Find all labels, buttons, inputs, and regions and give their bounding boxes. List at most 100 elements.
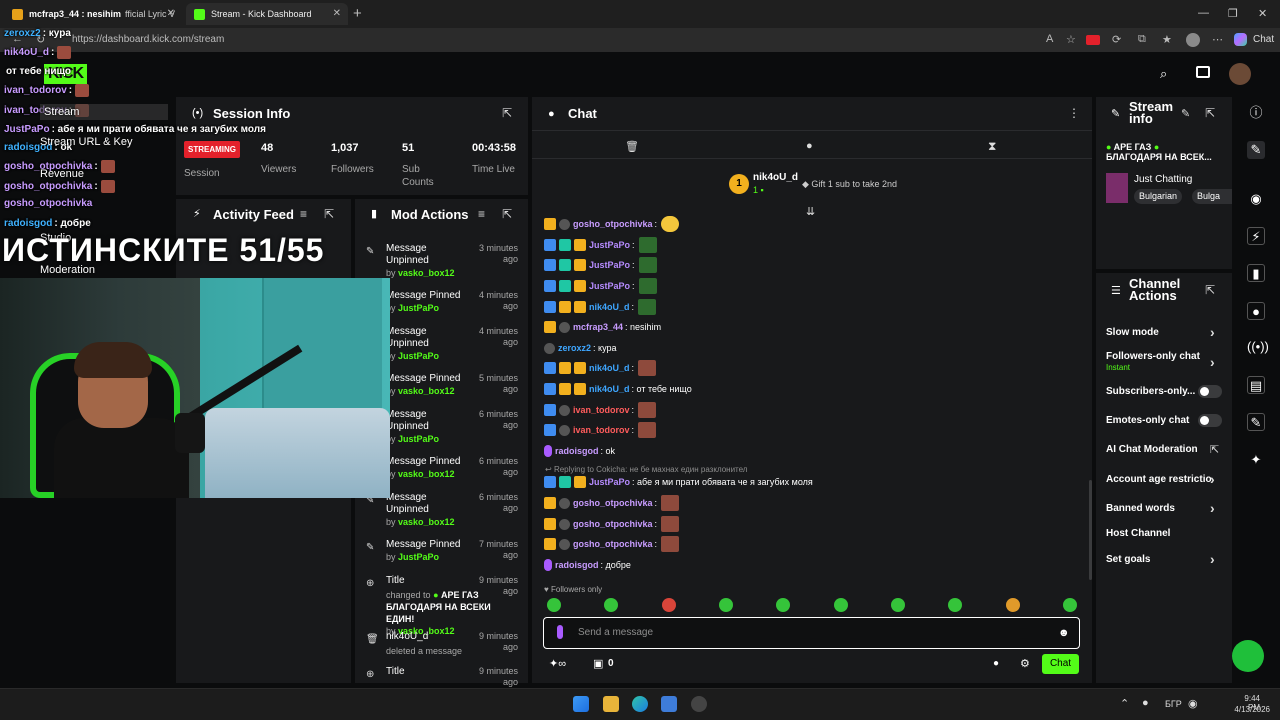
copilot-icon[interactable] xyxy=(1234,33,1247,46)
mod-action-item[interactable]: Message Pinned by vasko_box12 xyxy=(386,373,461,397)
chat-badge-icon[interactable] xyxy=(544,497,556,509)
filter-icon[interactable]: ≡ xyxy=(478,207,485,221)
info-icon[interactable]: ⓘ xyxy=(1247,104,1265,122)
chat-username[interactable]: radoisgod xyxy=(555,446,599,456)
chat-badge-icon[interactable] xyxy=(574,239,586,251)
stream-info-icon[interactable]: ▤ xyxy=(1247,376,1265,394)
moderator-name[interactable]: vasko_box12 xyxy=(398,517,455,527)
broadcast-icon[interactable]: ((•)) xyxy=(1247,338,1269,356)
chat-message[interactable]: gosho_otpochivka: xyxy=(544,515,680,533)
popout-icon[interactable]: ⇱ xyxy=(1205,106,1215,120)
moderator-name[interactable]: JustPaPo xyxy=(398,434,439,444)
gift-icon[interactable]: ▣ xyxy=(593,657,603,670)
chat-badge-icon[interactable] xyxy=(574,301,586,313)
tag-bulgarian-2[interactable]: Bulga xyxy=(1192,189,1232,204)
quick-emote-icon[interactable] xyxy=(834,598,848,612)
edit-pencil-icon[interactable]: ✎ xyxy=(1181,107,1190,120)
chat-badge-icon[interactable] xyxy=(544,301,556,313)
more-menu-icon[interactable]: ⋯ xyxy=(1212,33,1223,46)
extensions-icon[interactable]: ⟳ xyxy=(1112,33,1121,46)
chat-badge-icon[interactable] xyxy=(544,538,556,550)
channel-points-icon[interactable]: ✦ xyxy=(1247,451,1265,469)
support-chat-button[interactable] xyxy=(1232,640,1264,672)
chat-message[interactable]: JustPaPo: xyxy=(544,256,657,274)
chat-message[interactable]: JustPaPo: xyxy=(544,277,657,295)
file-explorer-icon[interactable] xyxy=(603,696,619,712)
chat-badge-icon[interactable] xyxy=(544,383,556,395)
chat-badge-icon[interactable] xyxy=(544,518,556,530)
reply-context[interactable]: ↩ Replying to Cokicha: не бе махнах един… xyxy=(545,465,747,474)
chat-username[interactable]: JustPaPo xyxy=(589,240,630,250)
chat-badge-icon[interactable] xyxy=(559,301,571,313)
moderator-name[interactable]: vasko_box12 xyxy=(398,469,455,479)
favorites-icon[interactable]: ★ xyxy=(1162,33,1172,46)
quick-emote-icon[interactable] xyxy=(1006,598,1020,612)
quick-emote-icon[interactable] xyxy=(662,598,676,612)
chevron-right-icon[interactable]: › xyxy=(1210,324,1215,340)
followers-only-row[interactable]: Followers-only chat xyxy=(1106,351,1222,362)
moderator-name[interactable]: JustPaPo xyxy=(398,552,439,562)
host-channel-row[interactable]: Host Channel xyxy=(1106,528,1222,539)
chat-badge-icon[interactable] xyxy=(544,342,555,354)
live-preview-icon[interactable] xyxy=(1196,66,1210,78)
chat-badge-icon[interactable] xyxy=(544,424,556,436)
chat-badge-icon[interactable] xyxy=(544,476,556,488)
moderator-name[interactable]: JustPaPo xyxy=(398,303,439,313)
mod-action-item[interactable]: Message Unpinned by vasko_box12 xyxy=(386,492,455,528)
chat-badge-icon[interactable] xyxy=(544,218,556,230)
chat-username[interactable]: nik4oU_d xyxy=(589,384,630,394)
store-icon[interactable] xyxy=(661,696,677,712)
app-icon[interactable] xyxy=(691,696,707,712)
chat-username[interactable]: JustPaPo xyxy=(589,281,630,291)
category-name[interactable]: Just Chatting xyxy=(1134,174,1192,185)
edit-icon[interactable]: ✎ xyxy=(1247,141,1265,159)
chat-username[interactable]: gosho_otpochivka xyxy=(573,519,653,529)
mod-action-item[interactable]: Message Unpinned by JustPaPo xyxy=(386,409,439,445)
set-goals-row[interactable]: Set goals xyxy=(1106,554,1222,565)
banned-words-row[interactable]: Banned words xyxy=(1106,503,1222,514)
channel-points-icon[interactable]: ✦∞ xyxy=(549,657,566,670)
quick-emote-icon[interactable] xyxy=(1063,598,1077,612)
chat-message[interactable]: nik4oU_d: xyxy=(544,359,657,377)
adblock-icon[interactable] xyxy=(1086,35,1100,45)
chat-username[interactable]: zeroxz2 xyxy=(558,343,591,353)
send-chat-button[interactable]: Chat xyxy=(1042,654,1079,674)
chat-badge-icon[interactable] xyxy=(574,259,586,271)
chat-message[interactable]: mcfrap3_44: nesihim xyxy=(544,318,661,336)
chat-badge-icon[interactable] xyxy=(559,424,570,436)
chat-message[interactable]: radoisgod: добре xyxy=(544,556,631,574)
url-field[interactable]: https://dashboard.kick.com/stream xyxy=(72,34,224,45)
settings-gear-icon[interactable]: ⚙ xyxy=(1020,657,1030,670)
read-aloud-icon[interactable]: A xyxy=(1046,33,1053,45)
split-screen-icon[interactable]: ⧉ xyxy=(1138,33,1146,46)
favorite-star-icon[interactable]: ☆ xyxy=(1066,33,1076,46)
chat-message[interactable]: gosho_otpochivka: xyxy=(544,494,680,512)
chat-badge-icon[interactable] xyxy=(559,259,571,271)
tab-music[interactable]: mcfrap3_44 : nesihim fficial Lyric V ✕ xyxy=(4,3,182,25)
chat-input[interactable]: Send a message xyxy=(578,627,653,638)
quick-emote-icon[interactable] xyxy=(604,598,618,612)
chat-message[interactable]: JustPaPo: xyxy=(544,236,657,254)
message-icon[interactable]: ● xyxy=(806,140,813,152)
chat-badge-icon[interactable] xyxy=(559,538,570,550)
moderator-name[interactable]: JustPaPo xyxy=(398,351,439,361)
chat-badge-icon[interactable] xyxy=(544,239,556,251)
book-icon[interactable]: ▮ xyxy=(1247,264,1265,282)
chat-badge-icon[interactable] xyxy=(574,383,586,395)
trash-icon[interactable]: 🗑 xyxy=(625,140,639,153)
chat-message[interactable]: nik4oU_d: от тебе нищо xyxy=(544,380,692,398)
chat-username[interactable]: JustPaPo xyxy=(589,260,630,270)
microphone-icon[interactable]: ● xyxy=(1142,697,1149,709)
tag-bulgarian[interactable]: Bulgarian xyxy=(1134,189,1183,204)
chat-username[interactable]: JustPaPo xyxy=(589,477,630,487)
chat-badge-icon[interactable] xyxy=(544,280,556,292)
popout-icon[interactable]: ⇱ xyxy=(502,207,512,221)
maximize-icon[interactable]: ❐ xyxy=(1228,7,1238,20)
quick-emote-icon[interactable] xyxy=(719,598,733,612)
mod-action-item[interactable]: Message Pinned by JustPaPo xyxy=(386,539,461,563)
chat-message[interactable]: ivan_todorov: xyxy=(544,401,657,419)
menu-stream-url-key[interactable]: Stream URL & Key xyxy=(40,136,133,148)
chat-badge-icon[interactable] xyxy=(574,362,586,374)
category-thumbnail[interactable] xyxy=(1106,173,1128,203)
mod-action-item[interactable]: Message Unpinned by JustPaPo xyxy=(386,326,439,362)
